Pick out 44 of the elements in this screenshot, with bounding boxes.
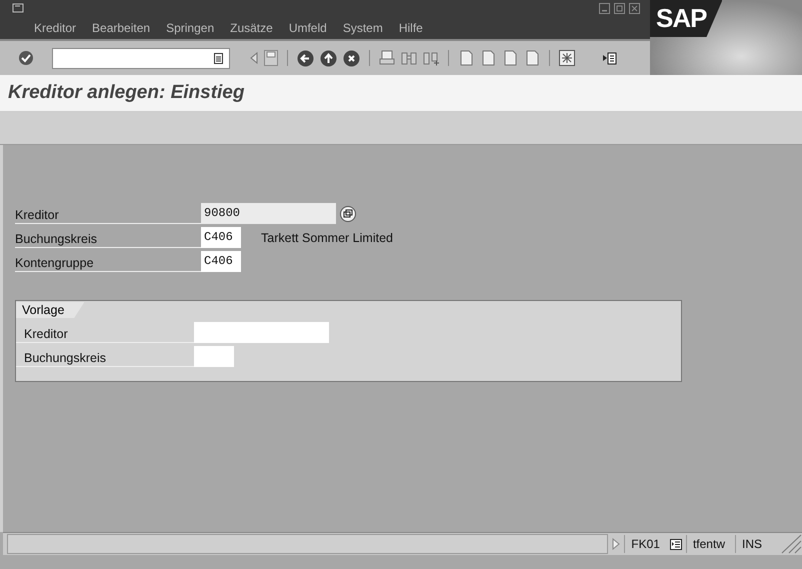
close-icon[interactable] [629, 3, 640, 14]
list-arrow-icon[interactable] [603, 52, 617, 64]
input-mode: INS [734, 535, 768, 553]
company-name: Tarkett Sommer Limited [261, 230, 393, 244]
server-name: tfentw [686, 535, 731, 553]
group-title: Vorlage [16, 302, 84, 318]
menu-item[interactable]: System [342, 21, 383, 35]
input-field[interactable]: 90800 [201, 203, 336, 224]
save-icon[interactable] [264, 50, 278, 66]
screen-title: Kreditor anlegen: Einstieg [8, 82, 244, 104]
enter-check-icon[interactable] [18, 50, 34, 66]
menu-item[interactable]: Hilfe [398, 21, 423, 35]
back-icon[interactable] [297, 50, 314, 66]
menu-item[interactable]: Springen [166, 21, 214, 35]
minimize-icon[interactable] [599, 3, 610, 14]
binoculars-icon[interactable] [401, 50, 417, 66]
print-icon[interactable] [379, 50, 395, 66]
cancel-icon[interactable] [343, 50, 360, 66]
system-menu-icon[interactable] [12, 3, 24, 13]
command-field[interactable] [52, 48, 230, 68]
input-field[interactable]: C406 [201, 227, 241, 248]
transaction-code: FK01 [624, 535, 666, 553]
binoculars-plus-icon[interactable] [423, 50, 439, 66]
input-field[interactable] [194, 346, 234, 367]
menu-item[interactable]: Zusätze [230, 21, 273, 35]
page-icon[interactable] [480, 50, 496, 66]
input-field[interactable] [194, 322, 329, 343]
field-label: Buchungskreis [15, 227, 201, 248]
page-icon[interactable] [502, 50, 518, 66]
page-icon[interactable] [458, 50, 474, 66]
window-icon[interactable] [559, 50, 575, 66]
menu-item[interactable]: Umfeld [288, 21, 327, 35]
maximize-icon[interactable] [614, 3, 625, 14]
field-label: Kontengruppe [15, 251, 201, 272]
field-label: Kreditor [15, 203, 201, 224]
menu-item[interactable]: Bearbeiten [92, 21, 150, 35]
sap-logo: SAP [650, 0, 722, 37]
expand-arrow-icon[interactable] [612, 538, 620, 550]
page-icon[interactable] [524, 50, 540, 66]
search-help-icon[interactable] [340, 206, 356, 222]
back-arrow-icon[interactable] [250, 52, 258, 64]
input-field[interactable]: C406 [201, 251, 241, 272]
menu-item[interactable]: Kreditor [34, 21, 76, 35]
clipboard-icon[interactable] [214, 52, 223, 64]
